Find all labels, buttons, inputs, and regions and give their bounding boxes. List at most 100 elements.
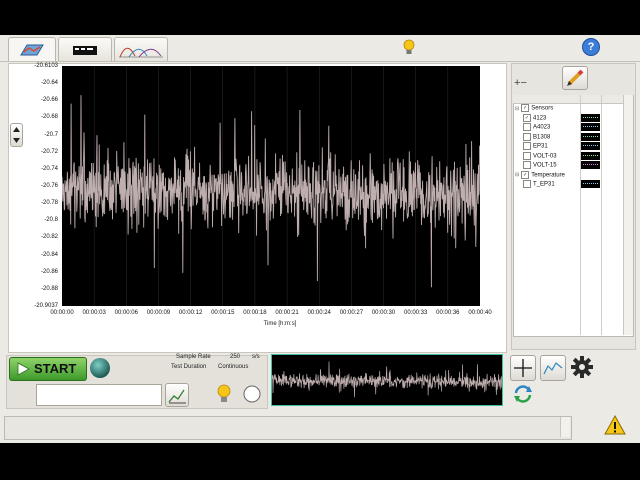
checkbox[interactable] — [523, 123, 531, 131]
checkbox[interactable]: ✓ — [521, 170, 530, 179]
help-button[interactable]: ? — [582, 38, 600, 56]
y-tick-label: -20.76 — [40, 183, 58, 189]
test-duration-value[interactable]: Continuous — [218, 363, 248, 372]
checkbox[interactable] — [523, 180, 531, 188]
tree-scrollbar[interactable] — [623, 95, 633, 335]
y-tick-label: -20.64 — [40, 80, 58, 87]
refresh-button[interactable] — [511, 383, 535, 405]
y-tick-label: -20.66 — [40, 97, 58, 104]
tree-item-label: 4123 — [533, 115, 547, 122]
overview-waveform[interactable] — [271, 354, 503, 406]
collapse-icon[interactable]: ⊟ — [515, 106, 519, 112]
application-window: ? -20.6103 -20.64 -20.66 -20.68 -20.7 -20.72 -… — [0, 35, 640, 443]
x-tick-label: 00:00:03 — [82, 310, 106, 316]
plot-color-swatch[interactable] — [581, 142, 600, 150]
x-tick-label: 00:00:30 — [371, 310, 396, 316]
curves-icon — [119, 47, 163, 58]
tree-item-label: EP31 — [533, 143, 548, 150]
line-style-sample — [583, 126, 598, 127]
line-style-sample — [583, 145, 598, 146]
chart-view-button[interactable] — [165, 383, 189, 407]
x-tick-label: 00:00:33 — [404, 310, 428, 316]
y-tick-label: -20.78 — [40, 200, 58, 207]
checkbox[interactable]: ✓ — [523, 113, 531, 122]
spectrum-button[interactable] — [540, 355, 566, 381]
x-tick-label: 00:00:36 — [436, 310, 460, 316]
x-tick-label: 00:00:06 — [114, 310, 138, 316]
y-tick-label: -20.7 — [44, 131, 58, 138]
tree-item[interactable]: B1308 — [523, 132, 551, 142]
cursor-button[interactable] — [510, 355, 536, 381]
y-tick-label: -20.86 — [40, 268, 58, 275]
lightbulb-icon[interactable] — [214, 383, 234, 405]
tree-item-label: T_EP31 — [533, 181, 555, 188]
remove-icon[interactable]: − — [520, 77, 526, 89]
edit-button[interactable] — [562, 66, 588, 90]
x-tick-label: 00:00:27 — [339, 310, 364, 316]
checkbox[interactable] — [523, 151, 531, 160]
tree-item[interactable]: T_EP31 — [523, 180, 555, 189]
y-tick-label: -20.82 — [40, 234, 58, 241]
sample-rate-value[interactable]: 250 — [230, 353, 240, 362]
y-tick-label: -20.74 — [40, 165, 58, 172]
waveform-plot[interactable] — [62, 66, 480, 306]
start-label: START — [34, 361, 77, 376]
tree-item[interactable]: EP31 — [523, 142, 548, 151]
tree-group-label: Temperature — [531, 172, 565, 179]
y-tick-label: -20.72 — [40, 148, 58, 155]
plot-color-swatch[interactable] — [581, 151, 600, 160]
line-style-sample — [583, 116, 598, 118]
play-icon — [17, 362, 30, 376]
night-mode-icon[interactable] — [240, 383, 264, 405]
tree-group[interactable]: ⊟ ✓ Sensors — [515, 104, 553, 113]
checkbox[interactable] — [523, 161, 531, 169]
checkbox[interactable] — [523, 132, 531, 141]
x-axis-label: Time [h:m:s] — [263, 321, 297, 327]
tree-item-label: VOLT-03 — [533, 153, 557, 160]
line-style-sample — [583, 154, 598, 156]
tree-item[interactable]: ✓ 4123 — [523, 113, 547, 123]
x-tick-label: 00:00:40 — [468, 310, 492, 316]
lightbulb-icon[interactable] — [402, 39, 416, 57]
gear-icon — [571, 356, 593, 378]
warning-button[interactable] — [604, 414, 626, 436]
line-style-sample — [583, 183, 598, 184]
tab-hardware[interactable] — [58, 37, 112, 62]
tab-analysis[interactable] — [114, 37, 168, 62]
pencil-icon — [567, 69, 584, 86]
plot-color-swatch[interactable] — [581, 132, 600, 141]
plot-color-swatch[interactable] — [581, 123, 600, 131]
tree-group-label: Sensors — [531, 105, 554, 112]
status-bar — [4, 416, 572, 440]
tree-item[interactable]: VOLT-03 — [523, 151, 557, 161]
tree-group[interactable]: ⊟ ✓ Temperature — [515, 170, 565, 180]
status-scrollbar[interactable] — [560, 417, 570, 437]
plot-color-swatch[interactable] — [581, 180, 600, 188]
tree-item[interactable]: A4023 — [523, 123, 550, 132]
settings-button[interactable] — [570, 355, 594, 379]
line-chart-icon — [168, 389, 186, 404]
warning-icon — [604, 414, 626, 435]
y-tick-label: -20.68 — [40, 114, 58, 121]
sample-rate-unit: s/s — [252, 354, 260, 360]
message-field[interactable] — [36, 384, 162, 406]
up-down-arrows-icon — [13, 127, 20, 143]
tab-config[interactable] — [8, 37, 56, 62]
add-remove-buttons: +− — [514, 77, 527, 89]
column-divider — [580, 95, 581, 335]
checkbox[interactable] — [523, 142, 531, 150]
start-button[interactable]: START — [9, 357, 87, 381]
line-style-sample — [583, 135, 598, 137]
checkbox[interactable]: ✓ — [521, 104, 530, 112]
y-tick-label: -20.6103 — [34, 63, 58, 69]
y-tick-label: -20.88 — [40, 285, 58, 292]
globe-icon[interactable] — [90, 358, 110, 378]
tree-item[interactable]: VOLT-15 — [523, 161, 557, 170]
y-tick-label: -20.84 — [40, 251, 58, 258]
x-tick-label: 00:00:00 — [50, 310, 74, 316]
collapse-icon[interactable]: ⊟ — [515, 172, 519, 178]
crosshair-icon — [514, 359, 532, 377]
tree-item-label: B1308 — [533, 134, 551, 141]
plot-color-swatch[interactable] — [581, 113, 600, 122]
plot-color-swatch[interactable] — [581, 161, 600, 169]
